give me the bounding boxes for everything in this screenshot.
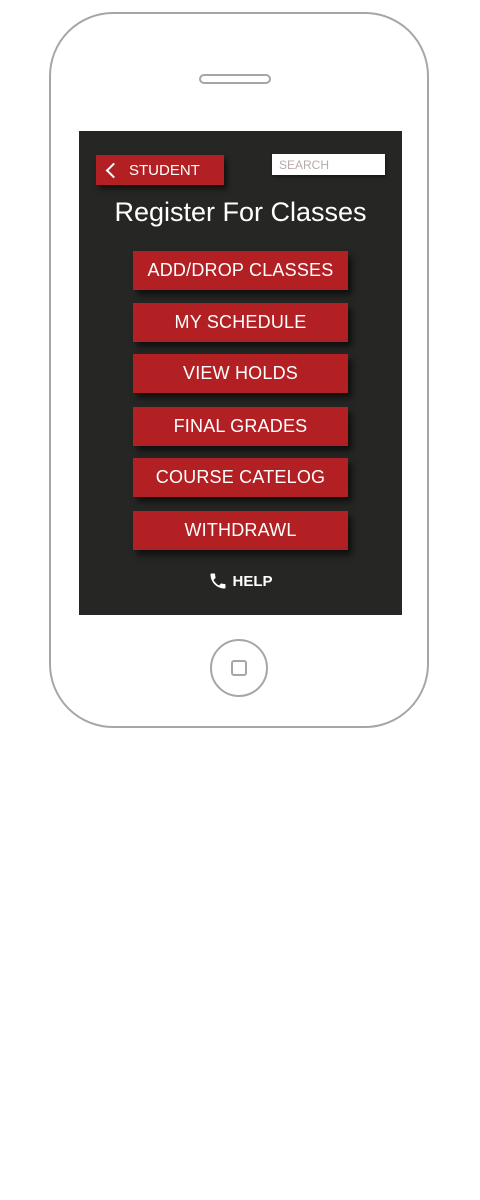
help-link[interactable]: HELP: [79, 571, 402, 591]
final-grades-button[interactable]: FINAL GRADES: [133, 407, 348, 446]
help-label: HELP: [232, 572, 273, 590]
menu-button-label: COURSE CATELOG: [155, 467, 326, 487]
home-button[interactable]: [210, 639, 268, 697]
menu-button-label: MY SCHEDULE: [174, 312, 307, 332]
app-screen: STUDENT Register For Classes ADD/DROP CL…: [79, 131, 402, 615]
my-schedule-button[interactable]: MY SCHEDULE: [133, 303, 348, 342]
home-square-icon: [231, 660, 247, 676]
chevron-left-icon: [105, 162, 122, 178]
menu-button-label: VIEW HOLDS: [182, 363, 299, 383]
withdrawal-button[interactable]: WITHDRAWL: [133, 511, 348, 550]
menu-button-label: ADD/DROP CLASSES: [147, 260, 334, 280]
menu-button-label: WITHDRAWL: [184, 520, 297, 540]
add-drop-classes-button[interactable]: ADD/DROP CLASSES: [133, 251, 348, 290]
back-button[interactable]: STUDENT: [96, 155, 224, 185]
phone-speaker: [199, 74, 271, 84]
search-input[interactable]: [272, 154, 385, 175]
view-holds-button[interactable]: VIEW HOLDS: [133, 354, 348, 393]
page-title: Register For Classes: [114, 197, 367, 227]
phone-icon: [210, 573, 226, 589]
course-catalog-button[interactable]: COURSE CATELOG: [133, 458, 348, 497]
menu-button-label: FINAL GRADES: [173, 416, 308, 436]
back-button-label: STUDENT: [129, 161, 200, 179]
